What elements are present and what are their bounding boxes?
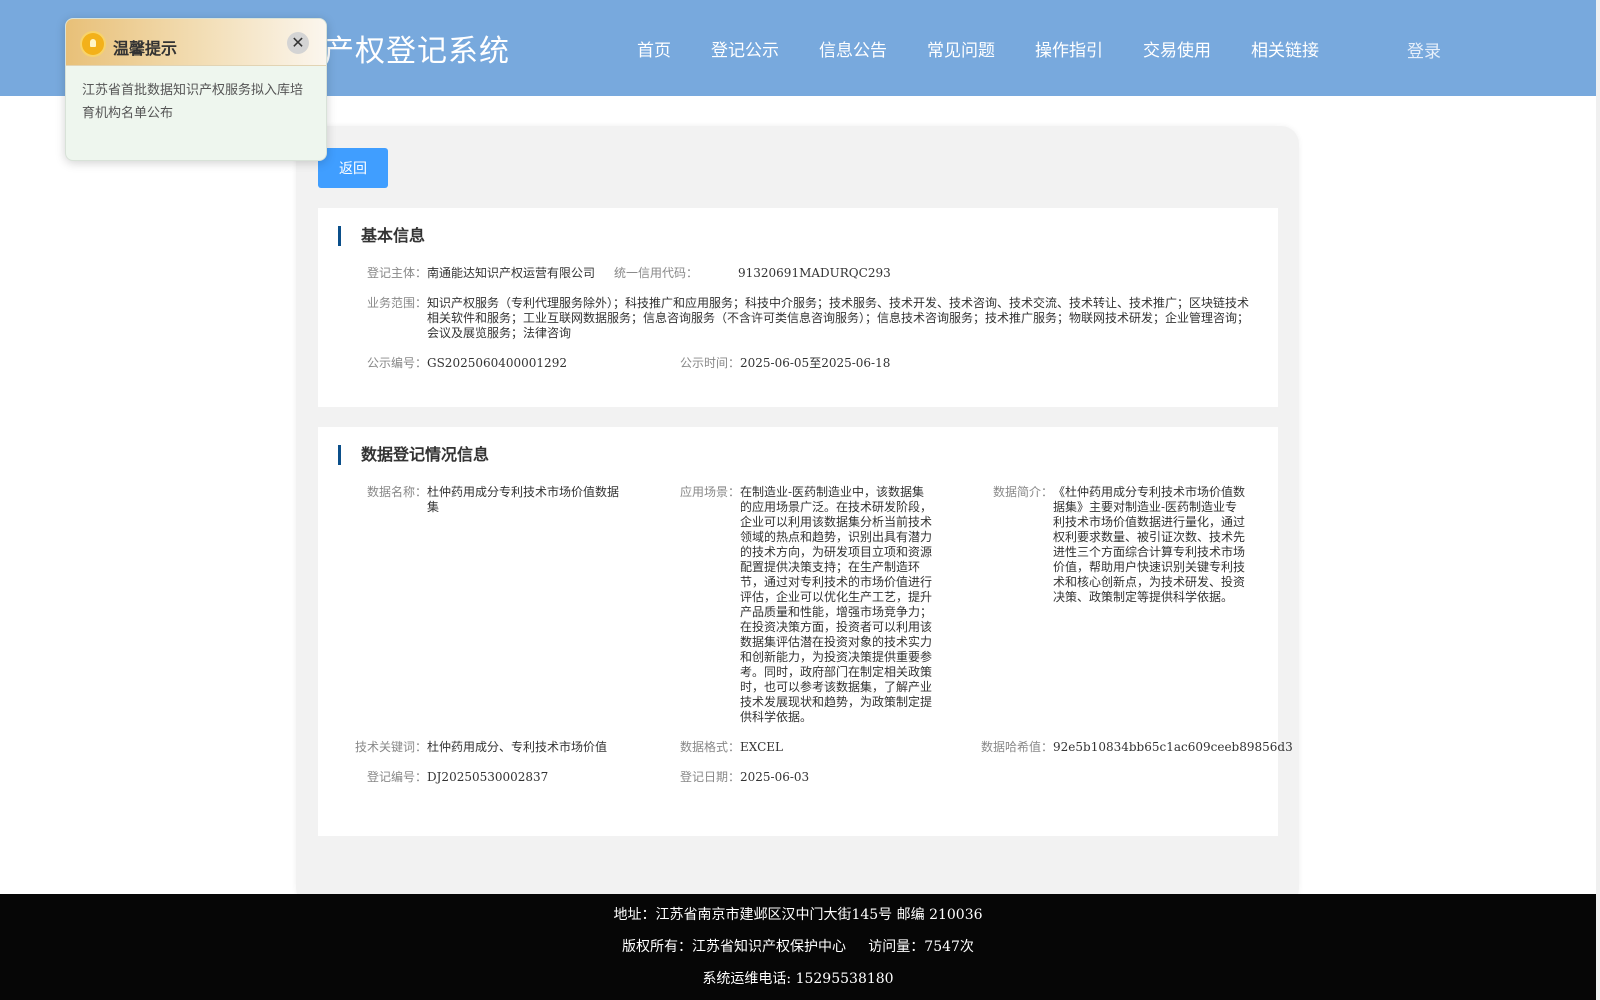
field-value: EXCEL xyxy=(740,740,784,754)
field-credit-code: 统一信用代码： 91320691MADURQC293 xyxy=(318,266,1278,282)
field-scenario: 应用场景： 在制造业-医药制造业中，该数据集的应用场景广泛。在技术研发阶段，企业… xyxy=(631,485,951,725)
data-registration-card: 数据登记情况信息 数据名称： 杜仲药用成分专利技术市场价值数据集 应用场景： 在… xyxy=(318,427,1293,836)
data-registration-title: 数据登记情况信息 xyxy=(338,445,489,465)
field-value: 《杜仲药用成分专利技术市场价值数据集》主要对制造业-医药制造业专利技术市场价值数… xyxy=(1053,485,1246,604)
nav-item-faq[interactable]: 常见问题 xyxy=(927,36,995,61)
field-data-name: 数据名称： 杜仲药用成分专利技术市场价值数据集 xyxy=(318,485,638,517)
field-label: 技术关键词： xyxy=(354,740,427,754)
lightbulb-icon xyxy=(82,33,104,55)
back-button[interactable]: 返回 xyxy=(318,148,388,188)
nav-item-guide[interactable]: 操作指引 xyxy=(1035,36,1103,61)
field-label: 登记日期： xyxy=(679,770,740,784)
field-format: 数据格式： EXCEL xyxy=(631,740,951,756)
field-label: 应用场景： xyxy=(679,485,740,499)
login-link[interactable]: 登录 xyxy=(1407,37,1441,62)
basic-info-card: 基本信息 登记主体： 南通能达知识产权运营有限公司 统一信用代码： 913206… xyxy=(318,208,1278,407)
footer-hotline: 系统运维电话: 15295538180 xyxy=(702,971,894,987)
toast-message[interactable]: 江苏省首批数据知识产权服务拟入库培育机构名单公布 xyxy=(82,79,314,125)
toast-title: 温馨提示 xyxy=(113,39,178,58)
field-label: 数据名称： xyxy=(366,485,427,499)
nav-item-transaction-use[interactable]: 交易使用 xyxy=(1143,36,1211,61)
field-hash: 数据哈希值： 92e5b10834bb65c1ac609ceeb89856d3 xyxy=(944,740,1293,756)
field-intro: 数据简介： 《杜仲药用成分专利技术市场价值数据集》主要对制造业-医药制造业专利技… xyxy=(944,485,1278,609)
field-label: 统一信用代码： xyxy=(613,266,698,280)
field-label: 数据简介： xyxy=(992,485,1053,499)
field-label: 公示时间： xyxy=(679,356,740,370)
nav-item-announcements[interactable]: 信息公告 xyxy=(819,36,887,61)
field-value: 2025-06-05至2025-06-18 xyxy=(740,356,891,370)
footer-copyright: 版权所有：江苏省知识产权保护中心 访问量：7547次 xyxy=(622,939,974,955)
field-value: 在制造业-医药制造业中，该数据集的应用场景广泛。在技术研发阶段，企业可以利用该数… xyxy=(740,485,933,724)
field-reg-date: 登记日期： 2025-06-03 xyxy=(631,770,951,786)
basic-info-title: 基本信息 xyxy=(338,226,425,246)
field-value: 知识产权服务（专利代理服务除外）；科技推广和应用服务；科技中介服务；技术服务、技… xyxy=(427,296,1250,340)
field-reg-no: 登记编号： DJ20250530002837 xyxy=(318,770,638,786)
footer-address: 地址：江苏省南京市建邺区汉中门大街145号 邮编 210036 xyxy=(613,907,983,923)
field-scope: 业务范围： 知识产权服务（专利代理服务除外）；科技推广和应用服务；科技中介服务；… xyxy=(318,296,1278,342)
toast-header: 温馨提示 ✕ xyxy=(66,19,326,66)
field-label: 数据格式： xyxy=(679,740,740,754)
field-label: 数据哈希值： xyxy=(980,740,1053,754)
field-value: 杜仲药用成分专利技术市场价值数据集 xyxy=(427,485,620,514)
field-keywords: 技术关键词： 杜仲药用成分、专利技术市场价值 xyxy=(318,740,638,756)
site-footer: 地址：江苏省南京市建邺区汉中门大街145号 邮编 210036 版权所有：江苏省… xyxy=(0,894,1596,1000)
field-value: 2025-06-03 xyxy=(740,770,810,784)
field-value: 杜仲药用成分、专利技术市场价值 xyxy=(427,740,608,754)
field-notice-time: 公示时间： 2025-06-05至2025-06-18 xyxy=(318,356,1278,372)
nav-item-related-links[interactable]: 相关链接 xyxy=(1251,36,1319,61)
page-scrollbar[interactable] xyxy=(1596,0,1600,1000)
field-value: 92e5b10834bb65c1ac609ceeb89856d3 xyxy=(1053,740,1293,754)
close-icon[interactable]: ✕ xyxy=(287,32,309,54)
nav-item-registration-notice[interactable]: 登记公示 xyxy=(711,36,779,61)
notice-toast: 温馨提示 ✕ 江苏省首批数据知识产权服务拟入库培育机构名单公布 xyxy=(65,18,327,161)
field-value: DJ20250530002837 xyxy=(427,770,549,784)
field-label: 登记编号： xyxy=(366,770,427,784)
field-value: 91320691MADURQC293 xyxy=(738,266,891,280)
field-label: 业务范围： xyxy=(366,296,427,310)
nav-item-home[interactable]: 首页 xyxy=(637,36,671,61)
